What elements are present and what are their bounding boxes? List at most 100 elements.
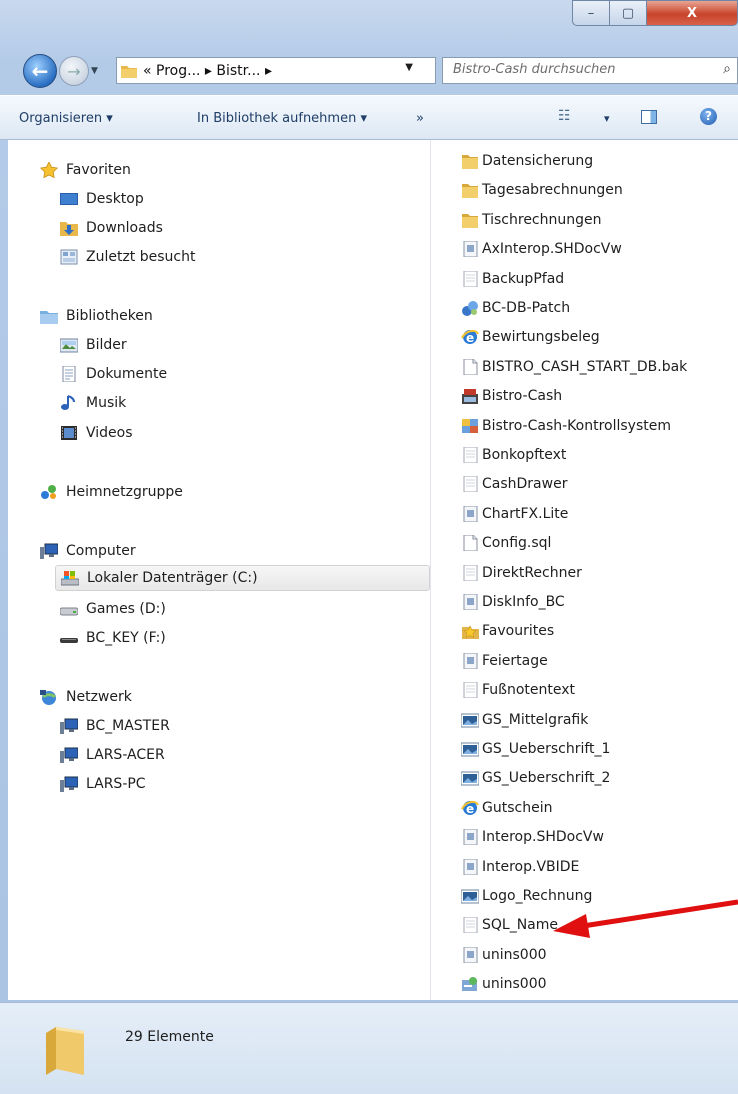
file-name: DirektRechner [482,564,582,581]
file-item[interactable]: Datensicherung [461,149,593,173]
nav-homegroup[interactable]: Heimnetzgruppe [40,479,183,505]
file-name: BISTRO_CASH_START_DB.bak [482,358,688,375]
file-item[interactable]: GS_Mittelgrafik [460,708,589,732]
forward-button[interactable]: → [59,56,89,86]
nav-favorites[interactable]: Favoriten [39,157,131,183]
address-dropdown-icon[interactable]: ▼ [405,62,413,73]
nav-label: Bibliotheken [66,308,153,324]
file-item[interactable]: Feiertage [461,649,548,673]
file-item[interactable]: GS_Ueberschrift_1 [460,737,610,761]
file-item[interactable]: SQL_Name [461,913,558,937]
breadcrumb[interactable]: « Prog... ▸ Bistr... ▸ [143,63,272,79]
recent-pages-dropdown[interactable]: ▼ [91,66,98,76]
file-item[interactable]: ChartFX.Lite [461,502,568,526]
maximize-button[interactable]: ▢ [609,0,647,26]
address-bar[interactable]: « Prog... ▸ Bistr... ▸ ▼ ⇄ [116,57,542,84]
file-item[interactable]: Fußnotentext [461,678,575,702]
nav-libraries[interactable]: Bibliotheken [40,303,153,329]
nav-videos[interactable]: Videos [60,420,133,446]
file-item[interactable]: Tagesabrechnungen [461,178,623,202]
back-button[interactable]: ← [23,54,57,88]
search-icon[interactable]: ⌕ [723,61,731,77]
file-item[interactable]: Interop.VBIDE [461,855,579,879]
organize-button[interactable]: Organisieren ▾ [19,111,113,126]
details-pane: 29 Elemente [0,1002,738,1094]
star-icon [461,623,479,640]
text-icon [461,270,479,288]
dll-icon [461,593,479,611]
close-button[interactable]: X [646,0,738,26]
file-item[interactable]: Bistro-Cash-Kontrollsystem [461,414,671,438]
file-name: GS_Ueberschrift_2 [482,770,611,787]
nav-network-pc-2[interactable]: LARS-ACER [60,742,165,768]
file-name: Bistro-Cash [482,388,563,405]
app-color-icon [461,418,479,434]
file-item[interactable]: Bistro-Cash [461,384,562,408]
view-dropdown-icon[interactable]: ▾ [604,112,610,125]
file-item[interactable]: AxInterop.SHDocVw [461,237,622,261]
folder-icon [461,182,479,199]
help-icon[interactable]: ? [700,108,717,125]
file-name: BC-DB-Patch [482,300,571,316]
text-icon [461,446,479,464]
file-item[interactable]: BackupPfad [461,267,564,291]
file-item[interactable]: Bonkopftext [461,443,566,467]
dll-icon [461,828,479,846]
file-item[interactable]: e Bewirtungsbeleg [461,325,600,349]
file-item[interactable]: Config.sql [461,531,551,555]
text-icon [461,475,479,493]
file-item[interactable]: Logo_Rechnung [460,884,593,908]
view-options-icon[interactable]: ☷ [558,108,578,126]
computer-icon [40,543,59,559]
file-item[interactable]: CashDrawer [461,472,567,496]
nav-label: Musik [86,395,127,411]
title-bar: – ▢ X [0,0,738,45]
file-name: ChartFX.Lite [482,505,569,522]
minimize-button[interactable]: – [572,0,610,26]
file-item[interactable]: Interop.SHDocVw [461,825,604,849]
file-item[interactable]: e Gutschein [461,796,552,820]
file-name: Datensicherung [482,153,594,169]
nav-downloads[interactable]: Downloads [60,215,163,241]
nav-desktop[interactable]: Desktop [60,186,144,212]
nav-label: Netzwerk [66,689,132,705]
file-name: SQL_Name [482,917,559,934]
videos-icon [60,425,78,441]
file-item[interactable]: Tischrechnungen [461,208,602,232]
text-icon [461,681,479,699]
preview-pane-icon[interactable] [641,110,657,124]
file-item[interactable]: BISTRO_CASH_START_DB.bak [461,355,687,379]
more-commands-button[interactable]: » [416,111,424,126]
nav-drive-d[interactable]: Games (D:) [59,596,166,622]
search-input[interactable]: Bistro-Cash durchsuchen ⌕ [442,57,738,84]
nav-drive-f[interactable]: BC_KEY (F:) [60,625,166,651]
nav-network-pc-3[interactable]: LARS-PC [60,771,146,797]
include-in-library-button[interactable]: In Bibliothek aufnehmen ▾ [197,111,367,126]
computer-icon [60,776,79,792]
nav-documents[interactable]: Dokumente [60,361,167,387]
file-item[interactable]: DirektRechner [461,561,582,585]
file-name: GS_Mittelgrafik [482,711,589,728]
nav-recent-places[interactable]: Zuletzt besucht [60,244,195,270]
file-name: Fußnotentext [482,682,576,699]
file-name: Bonkopftext [482,447,567,463]
file-item[interactable]: DiskInfo_BC [461,590,565,614]
nav-network[interactable]: Netzwerk [40,684,132,710]
nav-label: Zuletzt besucht [86,249,196,265]
installer-icon [461,976,479,992]
nav-music[interactable]: Musik [60,390,126,416]
nav-computer[interactable]: Computer [40,538,136,564]
file-item[interactable]: Favourites [461,619,554,643]
file-item[interactable]: unins000 [461,972,547,996]
nav-label: Desktop [86,191,144,207]
nav-pictures[interactable]: Bilder [59,332,127,358]
nav-drive-c[interactable]: Lokaler Datenträger (C:) [55,565,430,591]
file-name: Logo_Rechnung [482,888,593,904]
file-item[interactable]: unins000 [461,943,547,967]
ie-icon: e [461,329,479,345]
file-item[interactable]: GS_Ueberschrift_2 [460,766,611,790]
nav-network-pc-1[interactable]: BC_MASTER [60,713,170,739]
ie-icon: e [461,800,479,816]
dll-icon [461,858,479,876]
file-item[interactable]: BC-DB-Patch [461,296,570,320]
